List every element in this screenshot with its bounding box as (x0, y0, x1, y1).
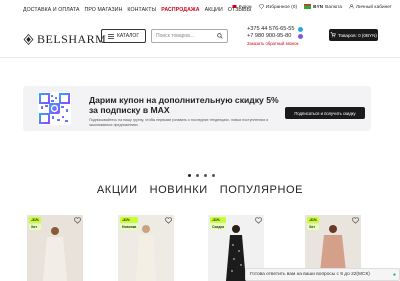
banner-title: Дарим купон на дополнительную скидку 5% … (89, 95, 279, 115)
discount-badge: -31% (120, 217, 139, 223)
phone-1[interactable]: +375 44 576-65-55 (247, 26, 298, 33)
nav-sale[interactable]: Распродажа (161, 7, 199, 13)
user-icon (349, 4, 354, 9)
coupon-icon (232, 5, 237, 8)
discount-badge: -31% (29, 217, 41, 223)
telegram-icon[interactable] (298, 27, 303, 32)
callback-link[interactable]: Заказать обратный звонок (247, 40, 298, 47)
menu-icon (107, 33, 114, 39)
slider-dot-2[interactable] (196, 174, 199, 177)
label-badge: Хит (29, 224, 41, 230)
promo-banner: Дарим купон на дополнительную скидку 5% … (23, 86, 371, 131)
heart-icon[interactable] (255, 217, 262, 224)
badge-group: -31% Хит (307, 217, 319, 230)
messenger-icons (298, 27, 303, 39)
header: BELSHARM Каталог Поиск товаров... +375 4… (0, 24, 400, 54)
label-badge: Новинка (120, 224, 139, 230)
product-card[interactable]: -31% Новинка (118, 215, 174, 281)
tab-promotions[interactable]: Акции (97, 184, 138, 196)
top-nav: Доставка и оплата Про магазин Контакты Р… (23, 7, 251, 13)
cart-icon (330, 32, 336, 38)
heart-icon (258, 4, 264, 9)
product-tabs: Акции Новинки Популярное (0, 184, 400, 196)
search-button[interactable] (213, 30, 227, 42)
nav-delivery[interactable]: Доставка и оплата (23, 7, 80, 13)
slider-dot-4[interactable] (212, 174, 215, 177)
slider-dot-3[interactable] (204, 174, 207, 177)
coupon-link[interactable]: Купон (232, 4, 252, 9)
product-card[interactable]: -31% Хит (27, 215, 83, 281)
logo[interactable]: BELSHARM (23, 32, 106, 47)
phone-2[interactable]: +7 980 900-95-80 (247, 33, 298, 40)
chat-message: Готова ответить вам на ваши вопросы с 9 … (250, 272, 370, 277)
slider-dots (188, 174, 215, 177)
account-link[interactable]: Личный кабинет (349, 4, 392, 9)
phones-block: +375 44 576-65-55 +7 980 900-95-80 Заказ… (247, 26, 298, 47)
search-icon (217, 33, 223, 39)
top-bar: Доставка и оплата Про магазин Контакты Р… (0, 0, 400, 20)
flag-icon (304, 4, 312, 9)
tab-popular[interactable]: Популярное (220, 184, 303, 196)
chat-widget[interactable]: Готова ответить вам на ваши вопросы с 9 … (245, 268, 400, 281)
search-input[interactable]: Поиск товаров... (152, 33, 213, 39)
badge-group: -31% Хит (29, 217, 41, 230)
badge-group: -31% Новинка (120, 217, 139, 230)
top-right-controls: Купон Избранное (0) BYN Валюта Личный ка… (232, 4, 392, 9)
nav-about[interactable]: Про магазин (85, 7, 123, 13)
heart-icon[interactable] (165, 217, 172, 224)
chat-online-icon: ● (392, 271, 396, 278)
qr-code-icon (38, 92, 71, 125)
catalog-button[interactable]: Каталог (101, 29, 146, 43)
cart-button[interactable]: Товаров: 0 (0BYN) (329, 29, 378, 41)
viber-icon[interactable] (298, 34, 303, 39)
currency-selector[interactable]: BYN Валюта (304, 4, 342, 9)
favorites-link[interactable]: Избранное (0) (258, 4, 297, 9)
header-divider (0, 57, 400, 58)
discount-badge: -31% (210, 217, 227, 223)
tab-new[interactable]: Новинки (150, 184, 208, 196)
nav-contacts[interactable]: Контакты (127, 7, 156, 13)
label-badge: Скидки (210, 224, 227, 230)
label-badge: Хит (307, 224, 319, 230)
slider-dot-1[interactable] (188, 174, 191, 177)
banner-subtitle: Подписывайтесь на нашу группу, чтобы пер… (89, 118, 269, 127)
nav-promotions[interactable]: Акции (205, 7, 223, 13)
subscribe-button[interactable]: Подписаться и получить скидку (285, 107, 365, 119)
search-box[interactable]: Поиск товаров... (151, 29, 228, 43)
logo-mark-icon (23, 34, 34, 45)
badge-group: -31% Скидки (210, 217, 227, 230)
heart-icon[interactable] (352, 217, 359, 224)
heart-icon[interactable] (74, 217, 81, 224)
discount-badge: -31% (307, 217, 319, 223)
